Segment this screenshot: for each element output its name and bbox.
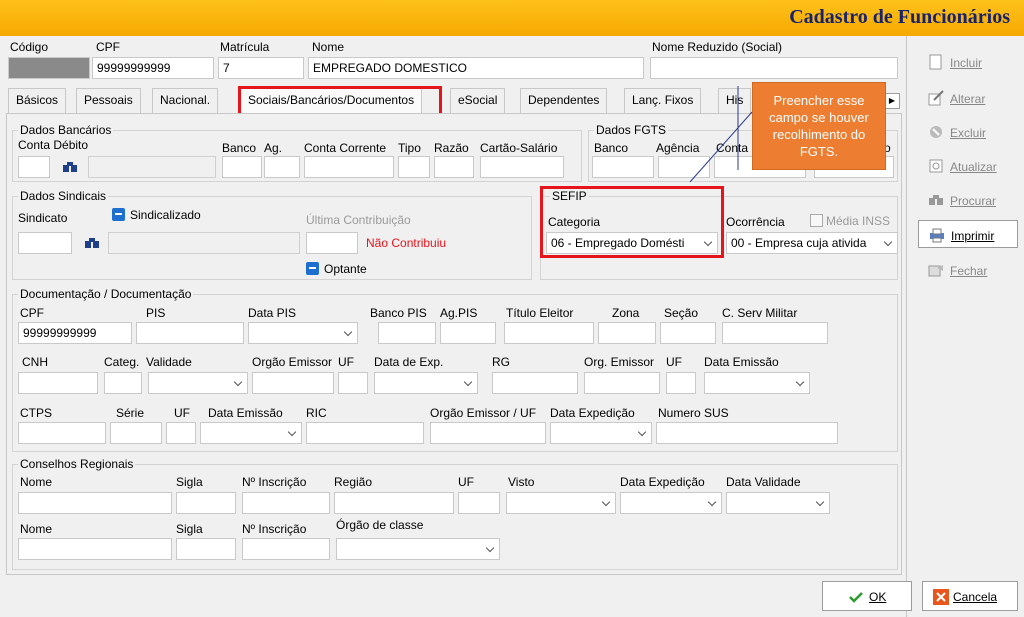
zona-label: Zona bbox=[612, 306, 640, 320]
categ-label: Categ. bbox=[104, 355, 140, 369]
serie-label: Série bbox=[116, 406, 145, 420]
conselho-sigla2-field[interactable] bbox=[176, 538, 236, 560]
doc-cpf-label: CPF bbox=[20, 306, 44, 320]
alterar-button[interactable]: Alterar bbox=[918, 84, 1018, 112]
pis-field[interactable] bbox=[136, 322, 244, 344]
ag-pis-field[interactable] bbox=[440, 322, 496, 344]
regiao-label: Região bbox=[334, 475, 373, 489]
orgao-emissor-label: Orgão Emissor bbox=[252, 355, 333, 369]
ctps-uf-field[interactable] bbox=[166, 422, 196, 444]
exit-icon bbox=[928, 265, 943, 277]
data-exp-label: Data de Exp. bbox=[374, 355, 444, 369]
data-expedicao-select[interactable] bbox=[550, 422, 652, 444]
ctps-field[interactable] bbox=[18, 422, 106, 444]
conselho-sigla-field[interactable] bbox=[176, 492, 236, 514]
doc-cpf-field[interactable]: 99999999999 bbox=[18, 322, 132, 344]
conselho-inscricao2-field[interactable] bbox=[242, 538, 330, 560]
conselho-sigla2-label: Sigla bbox=[176, 522, 203, 536]
conselho-nome-label: Nome bbox=[20, 475, 53, 489]
data-pis-select[interactable] bbox=[248, 322, 358, 344]
ok-button[interactable]: OK bbox=[822, 581, 912, 611]
conselho-inscricao-field[interactable] bbox=[242, 492, 330, 514]
org-emissor-field[interactable] bbox=[584, 372, 660, 394]
conselho-nome-field[interactable] bbox=[18, 492, 172, 514]
ctps-uf-label: UF bbox=[174, 406, 190, 420]
ctps-data-emissao-select[interactable] bbox=[200, 422, 302, 444]
edit-icon bbox=[928, 90, 944, 106]
conselho-data-expedicao-label: Data Expedição bbox=[620, 475, 705, 489]
refresh-icon bbox=[929, 159, 943, 173]
conselho-nome2-label: Nome bbox=[20, 522, 53, 536]
regiao-field[interactable] bbox=[334, 492, 454, 514]
conselho-inscricao2-label: Nº Inscrição bbox=[242, 522, 307, 536]
data-validade-label: Data Validade bbox=[726, 475, 801, 489]
cancel-icon bbox=[933, 589, 949, 605]
rg-uf-label: UF bbox=[666, 355, 682, 369]
rg-field[interactable] bbox=[492, 372, 578, 394]
cnh-field[interactable] bbox=[18, 372, 98, 394]
cancela-button[interactable]: Cancela bbox=[922, 581, 1018, 611]
ric-field[interactable] bbox=[306, 422, 424, 444]
new-document-icon bbox=[929, 54, 942, 70]
data-emissao-label: Data Emissão bbox=[704, 355, 779, 369]
imprimir-button[interactable]: Imprimir bbox=[918, 220, 1018, 248]
orgao-emissor-uf-field[interactable] bbox=[430, 422, 546, 444]
validade-label: Validade bbox=[146, 355, 192, 369]
conselho-nome2-field[interactable] bbox=[18, 538, 172, 560]
conselho-uf-field[interactable] bbox=[458, 492, 500, 514]
data-expedicao-label: Data Expedição bbox=[550, 406, 635, 420]
conselho-uf-label: UF bbox=[458, 475, 474, 489]
orgao-emissor-field[interactable] bbox=[252, 372, 334, 394]
rg-label: RG bbox=[492, 355, 510, 369]
titulo-eleitor-field[interactable] bbox=[504, 322, 594, 344]
atualizar-button[interactable]: Atualizar bbox=[918, 152, 1018, 180]
checkmark-icon bbox=[849, 592, 863, 603]
conselho-sigla-label: Sigla bbox=[176, 475, 203, 489]
binoculars-icon bbox=[929, 195, 943, 205]
visto-select[interactable] bbox=[506, 492, 616, 514]
secao-field[interactable] bbox=[660, 322, 716, 344]
cnh-uf-label: UF bbox=[338, 355, 354, 369]
org-emissor-label: Org. Emissor bbox=[584, 355, 655, 369]
incluir-button[interactable]: Incluir bbox=[918, 48, 1018, 76]
categ-field[interactable] bbox=[104, 372, 142, 394]
conselho-data-expedicao-select[interactable] bbox=[620, 492, 722, 514]
orgao-classe-label: Órgão de classe bbox=[336, 518, 424, 532]
data-pis-label: Data PIS bbox=[248, 306, 297, 320]
annotation-callout: Preencher esse campo se houver recolhime… bbox=[752, 82, 886, 170]
fechar-button[interactable]: Fechar bbox=[918, 256, 1018, 284]
cnh-label: CNH bbox=[22, 355, 48, 369]
banco-pis-label: Banco PIS bbox=[370, 306, 427, 320]
zona-field[interactable] bbox=[598, 322, 656, 344]
excluir-button[interactable]: Excluir bbox=[918, 118, 1018, 146]
rg-uf-field[interactable] bbox=[666, 372, 696, 394]
secao-label: Seção bbox=[664, 306, 699, 320]
data-emissao-select[interactable] bbox=[704, 372, 810, 394]
ctps-label: CTPS bbox=[20, 406, 53, 420]
delete-icon bbox=[930, 126, 942, 138]
ag-pis-label: Ag.PIS bbox=[440, 306, 478, 320]
numero-sus-field[interactable] bbox=[656, 422, 838, 444]
pis-label: PIS bbox=[146, 306, 166, 320]
conselhos-title: Conselhos Regionais bbox=[18, 457, 136, 471]
procurar-button[interactable]: Procurar bbox=[918, 186, 1018, 214]
c-serv-militar-field[interactable] bbox=[722, 322, 828, 344]
printer-icon bbox=[930, 228, 944, 243]
cnh-uf-field[interactable] bbox=[338, 372, 368, 394]
banco-pis-field[interactable] bbox=[378, 322, 436, 344]
documentacao-title: Documentação / Documentação bbox=[18, 287, 194, 301]
serie-field[interactable] bbox=[110, 422, 162, 444]
data-exp-select[interactable] bbox=[374, 372, 478, 394]
numero-sus-label: Numero SUS bbox=[658, 406, 729, 420]
orgao-emissor-uf-label: Orgão Emissor / UF bbox=[430, 406, 537, 420]
data-validade-select[interactable] bbox=[726, 492, 830, 514]
validade-select[interactable] bbox=[148, 372, 248, 394]
c-serv-militar-label: C. Serv Militar bbox=[722, 306, 798, 320]
visto-label: Visto bbox=[508, 475, 535, 489]
ric-label: RIC bbox=[306, 406, 327, 420]
titulo-eleitor-label: Título Eleitor bbox=[506, 306, 574, 320]
conselho-inscricao-label: Nº Inscrição bbox=[242, 475, 307, 489]
ctps-data-emissao-label: Data Emissão bbox=[208, 406, 283, 420]
orgao-classe-select[interactable] bbox=[336, 538, 500, 560]
